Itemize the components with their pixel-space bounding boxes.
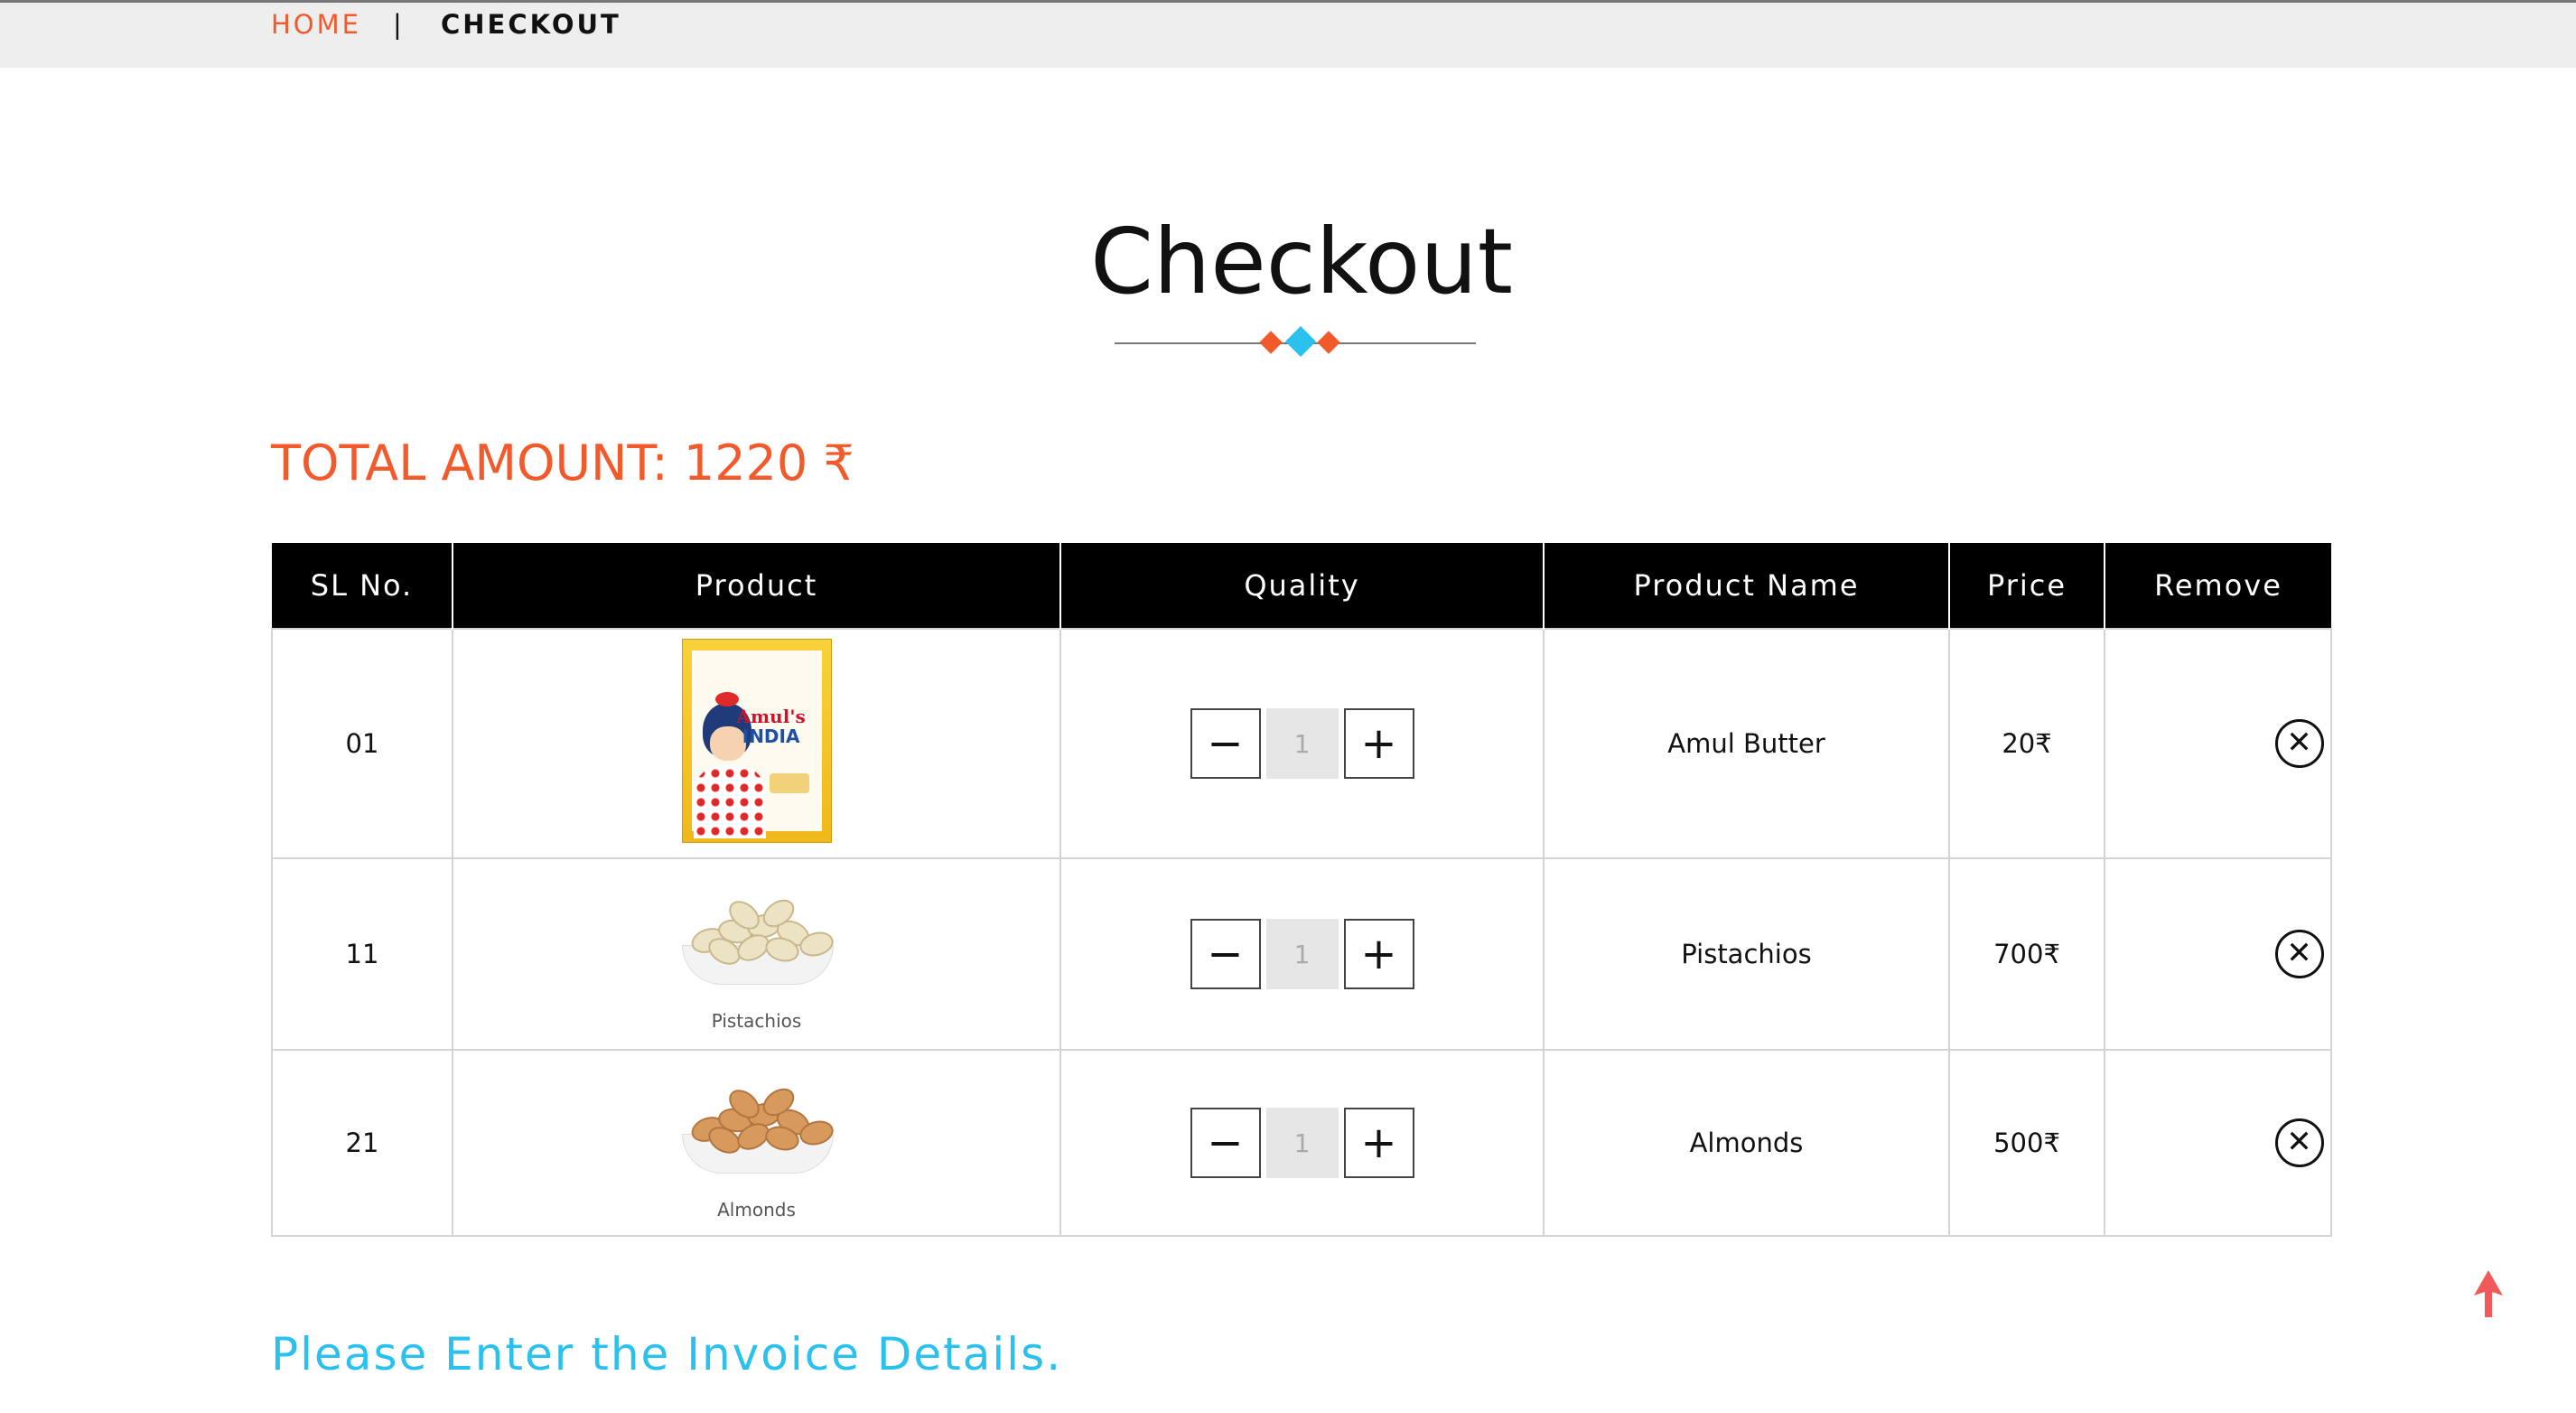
table-row: 01 Amul's INDIA − 1 + Amul Butter 20₹ ✕: [271, 628, 2332, 859]
cell-product-name: Pistachios: [1543, 857, 1950, 1051]
cell-product: Amul's INDIA: [452, 628, 1061, 859]
decrease-quantity-button[interactable]: −: [1190, 1108, 1261, 1178]
invoice-details-heading: Please Enter the Invoice Details.: [271, 1328, 1063, 1380]
close-circle-icon[interactable]: ✕: [2274, 1118, 2324, 1167]
cell-product: Pistachios: [452, 857, 1061, 1051]
quantity-input[interactable]: [1265, 1108, 1339, 1178]
quantity-stepper: − +: [1190, 708, 1414, 779]
checkout-page: HOME | CHECKOUT Checkout TOTAL AMOUNT: 1…: [0, 0, 2576, 1413]
increase-quantity-button[interactable]: +: [1343, 919, 1414, 989]
divider-diamond-icon: [1285, 326, 1316, 357]
increase-quantity-button[interactable]: +: [1343, 708, 1414, 779]
arrow-up-icon[interactable]: [2472, 1268, 2505, 1319]
header-quality: Quality: [1060, 543, 1545, 629]
cell-sl-no: 11: [271, 857, 453, 1051]
table-header-row: SL No. Product Quality Product Name Pric…: [272, 543, 2331, 629]
decrease-quantity-button[interactable]: −: [1190, 919, 1261, 989]
close-circle-icon[interactable]: ✕: [2274, 930, 2324, 978]
divider-diamond-icon: [1317, 331, 1340, 354]
product-image-caption: Pistachios: [711, 1010, 802, 1032]
cell-remove: ✕: [2104, 628, 2332, 859]
header-product-name: Product Name: [1544, 543, 1950, 629]
header-sl-no: SL No.: [272, 543, 453, 629]
decrease-quantity-button[interactable]: −: [1190, 708, 1261, 779]
cell-quantity: − +: [1059, 628, 1545, 859]
quantity-input[interactable]: [1265, 708, 1339, 779]
cart-table: SL No. Product Quality Product Name Pric…: [271, 543, 2332, 1237]
table-row: 21 Almonds − 1 + Almonds 500₹ ✕: [271, 1049, 2332, 1237]
cell-quantity: − +: [1059, 1049, 1545, 1237]
divider-diamond-icon: [1259, 331, 1283, 354]
product-image-almonds: Almonds: [671, 1063, 843, 1221]
quantity-stepper: − +: [1190, 919, 1414, 989]
close-circle-icon[interactable]: ✕: [2274, 719, 2324, 768]
cell-sl-no: 21: [271, 1049, 453, 1237]
cell-sl-no: 01: [271, 628, 453, 859]
quantity-input[interactable]: [1265, 919, 1339, 989]
cell-quantity: − +: [1059, 857, 1545, 1051]
breadcrumb-current: CHECKOUT: [441, 9, 621, 40]
breadcrumb: HOME | CHECKOUT: [0, 0, 2576, 68]
header-product: Product: [453, 543, 1061, 629]
cell-product: Almonds: [452, 1049, 1061, 1237]
quantity-stepper: − +: [1190, 1108, 1414, 1178]
breadcrumb-separator: |: [393, 9, 405, 40]
header-remove: Remove: [2105, 543, 2331, 629]
product-image-pistachios: Pistachios: [671, 875, 843, 1032]
cell-remove: ✕: [2104, 857, 2332, 1051]
cell-price: 500₹: [1948, 1049, 2105, 1237]
cell-product-name: Almonds: [1543, 1049, 1950, 1237]
product-image-amul-butter: Amul's INDIA: [681, 638, 832, 843]
breadcrumb-home-link[interactable]: HOME: [271, 6, 361, 42]
total-amount: TOTAL AMOUNT: 1220 ₹: [271, 435, 854, 491]
cell-product-name: Amul Butter: [1543, 628, 1950, 859]
header-price: Price: [1949, 543, 2105, 629]
page-title: Checkout: [1090, 209, 1513, 314]
product-image-caption: Almonds: [717, 1199, 796, 1221]
table-row: 11 Pistachios − 1 + Pistachios 700₹ ✕: [271, 857, 2332, 1051]
increase-quantity-button[interactable]: +: [1343, 1108, 1414, 1178]
cell-price: 20₹: [1948, 628, 2105, 859]
amul-logo: Amul's INDIA: [736, 705, 806, 747]
cell-remove: ✕: [2104, 1049, 2332, 1237]
cell-price: 700₹: [1948, 857, 2105, 1051]
